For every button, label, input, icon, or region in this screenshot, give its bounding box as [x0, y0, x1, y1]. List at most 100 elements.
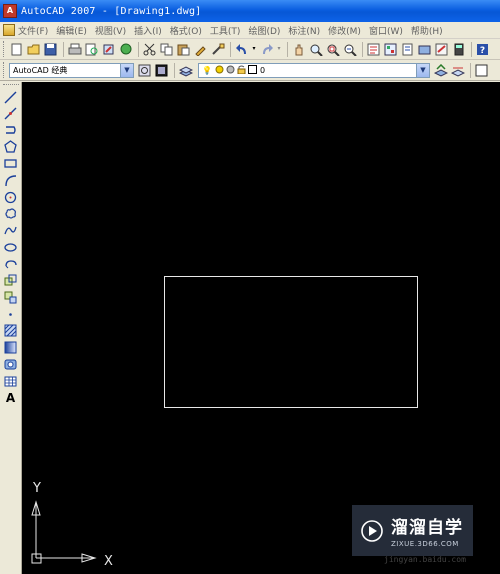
toolbar-separator	[138, 41, 139, 57]
block-editor-icon[interactable]	[210, 42, 225, 57]
layer-color-icon	[247, 64, 257, 76]
toolbar-separator	[362, 41, 363, 57]
menu-view[interactable]: 视图(V)	[95, 24, 126, 37]
menu-dimension[interactable]: 标注(N)	[288, 24, 320, 37]
chevron-down-icon[interactable]: ▼	[120, 63, 133, 77]
workspace-layer-toolbar: AutoCAD 经典 ▼ 💡 0 ▼	[0, 60, 500, 81]
zoom-window-icon[interactable]	[325, 42, 340, 57]
zoom-previous-icon[interactable]	[342, 42, 357, 57]
make-block-icon[interactable]	[2, 290, 19, 305]
layer-select-value: 0	[259, 65, 266, 75]
gradient-icon[interactable]	[2, 340, 19, 355]
menu-tools[interactable]: 工具(T)	[210, 24, 241, 37]
toolbar-grip[interactable]	[3, 84, 19, 87]
ucs-icon: Y X	[31, 481, 113, 569]
circle-icon[interactable]	[2, 190, 19, 205]
line-icon[interactable]	[2, 90, 19, 105]
lock-icon	[237, 65, 246, 76]
publish-icon[interactable]	[101, 42, 116, 57]
ucs-y-label: Y	[32, 481, 41, 496]
properties-icon[interactable]	[366, 42, 381, 57]
document-menu-icon[interactable]	[3, 24, 15, 36]
menu-modify[interactable]: 修改(M)	[328, 24, 361, 37]
make-object-layer-current-icon[interactable]	[433, 63, 448, 78]
print-icon[interactable]	[67, 42, 82, 57]
point-icon[interactable]	[2, 307, 19, 322]
save-icon[interactable]	[43, 42, 58, 57]
3d-dwf-icon[interactable]	[118, 42, 133, 57]
help-icon[interactable]: ?	[475, 42, 490, 57]
ellipse-arc-icon[interactable]	[2, 257, 19, 272]
menu-bar: 文件(F) 编辑(E) 视图(V) 插入(I) 格式(O) 工具(T) 绘图(D…	[0, 22, 500, 39]
copy-icon[interactable]	[159, 42, 174, 57]
new-icon[interactable]	[9, 42, 24, 57]
workspace-settings-icon[interactable]	[137, 63, 152, 78]
draw-toolbar: A	[0, 82, 22, 574]
spline-icon[interactable]	[2, 223, 19, 238]
chevron-down-icon[interactable]: ▼	[416, 63, 429, 77]
bulb-icon: 💡	[202, 65, 212, 75]
menu-file[interactable]: 文件(F)	[18, 24, 48, 37]
menu-draw[interactable]: 绘图(D)	[248, 24, 280, 37]
layer-select[interactable]: 💡 0 ▼	[198, 62, 430, 78]
window-title: AutoCAD 2007 - [Drawing1.dwg]	[21, 5, 202, 17]
design-center-icon[interactable]	[383, 42, 398, 57]
menu-help[interactable]: 帮助(H)	[411, 24, 443, 37]
paste-icon[interactable]	[176, 42, 191, 57]
svg-text:A: A	[6, 391, 16, 404]
match-properties-icon[interactable]	[193, 42, 208, 57]
polyline-icon[interactable]	[2, 123, 19, 138]
workspace-toggle-icon[interactable]	[154, 63, 169, 78]
undo-icon[interactable]	[234, 42, 249, 57]
arc-icon[interactable]	[2, 173, 19, 188]
toolbar-grip[interactable]	[3, 62, 6, 78]
toolbar-separator	[174, 62, 175, 78]
open-icon[interactable]	[26, 42, 41, 57]
watermark-badge: 溜溜自学 ZIXUE.3D66.COM	[352, 505, 473, 556]
svg-text:?: ?	[479, 46, 484, 56]
watermark-url: ZIXUE.3D66.COM	[391, 540, 459, 548]
calculator-icon[interactable]	[451, 42, 466, 57]
multiline-text-icon[interactable]: A	[2, 390, 19, 405]
menu-window[interactable]: 窗口(W)	[369, 24, 403, 37]
construction-line-icon[interactable]	[2, 106, 19, 121]
markup-icon[interactable]	[434, 42, 449, 57]
hatch-icon[interactable]	[2, 323, 19, 338]
table-icon[interactable]	[2, 374, 19, 389]
cut-icon[interactable]	[142, 42, 157, 57]
region-icon[interactable]	[2, 357, 19, 372]
undo-dropdown-icon[interactable]: ▾	[251, 42, 257, 57]
sheet-set-icon[interactable]	[417, 42, 432, 57]
toolbar-separator	[230, 41, 231, 57]
standard-toolbar: ▾ ▾ ?	[0, 39, 500, 60]
plot-preview-icon[interactable]	[84, 42, 99, 57]
watermark-name: 溜溜自学	[391, 518, 463, 538]
tool-palettes-icon[interactable]	[400, 42, 415, 57]
redo-icon[interactable]	[259, 42, 274, 57]
sun-icon	[215, 65, 224, 76]
revision-cloud-icon[interactable]	[2, 206, 19, 221]
toolbar-separator	[470, 62, 471, 78]
toolbar-grip[interactable]	[3, 41, 6, 57]
autocad-app-icon[interactable]: A	[3, 4, 17, 18]
ucs-x-label: X	[104, 554, 113, 569]
polygon-icon[interactable]	[2, 139, 19, 154]
pan-icon[interactable]	[291, 42, 306, 57]
next-toolbar-icon[interactable]	[474, 63, 489, 78]
zoom-realtime-icon[interactable]	[308, 42, 323, 57]
workspace-select-value: AutoCAD 经典	[13, 65, 68, 75]
drawing-canvas[interactable]: Y X	[22, 82, 500, 574]
layer-previous-icon[interactable]	[450, 63, 465, 78]
ellipse-icon[interactable]	[2, 240, 19, 255]
redo-dropdown-icon[interactable]: ▾	[276, 42, 282, 57]
title-bar: A AutoCAD 2007 - [Drawing1.dwg]	[0, 0, 500, 22]
menu-insert[interactable]: 插入(I)	[134, 24, 162, 37]
workspace-select[interactable]: AutoCAD 经典 ▼	[9, 62, 134, 78]
menu-edit[interactable]: 编辑(E)	[56, 24, 87, 37]
layer-manager-icon[interactable]	[178, 63, 193, 78]
viewport-freeze-icon	[226, 65, 235, 76]
watermark-sub: jingyan.baidu.com	[384, 555, 466, 564]
menu-format[interactable]: 格式(O)	[170, 24, 202, 37]
rectangle-icon[interactable]	[2, 156, 19, 171]
insert-block-icon[interactable]	[2, 273, 19, 288]
